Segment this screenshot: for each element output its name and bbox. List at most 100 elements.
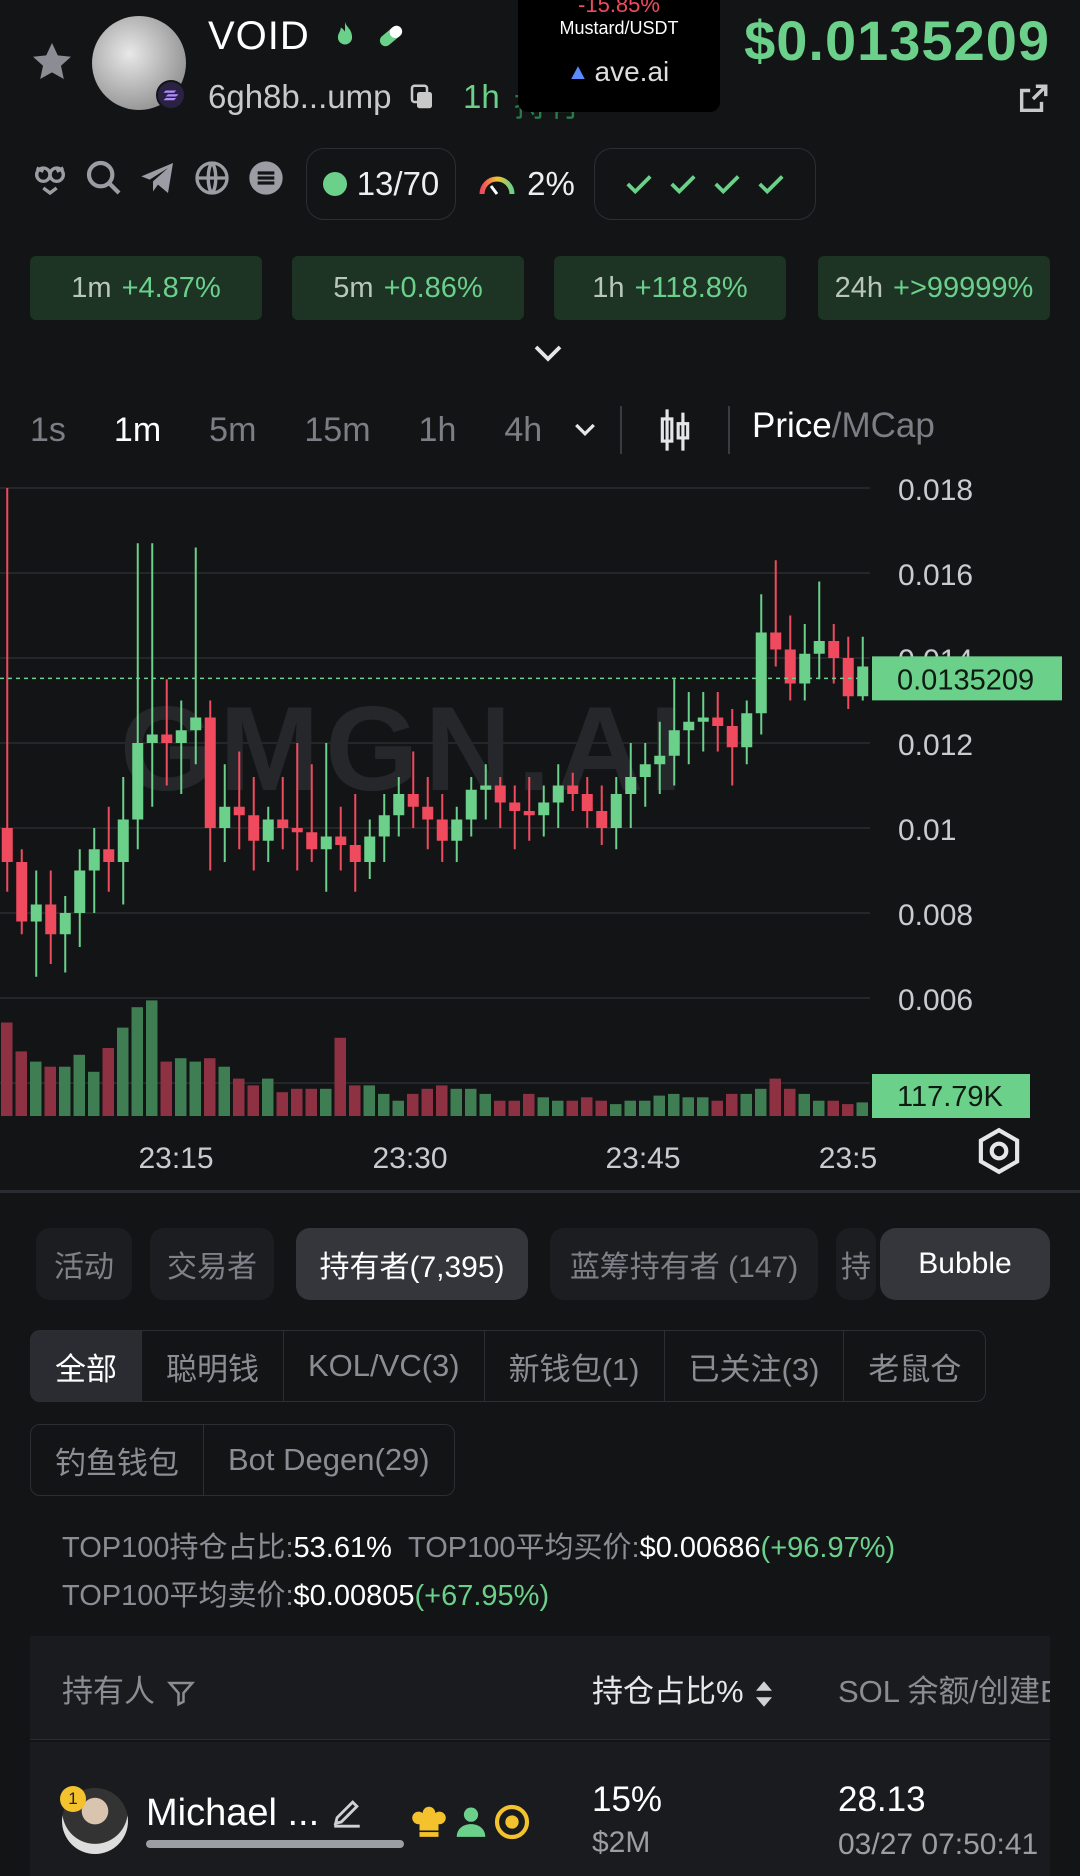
volume-bar: [784, 1088, 796, 1116]
candle-body: [538, 802, 550, 816]
candle-body: [378, 815, 390, 837]
tf-5m[interactable]: 5m: [209, 411, 256, 450]
tf-4h[interactable]: 4h: [504, 411, 542, 450]
filter-all[interactable]: 全部: [30, 1330, 142, 1402]
pair-overlay[interactable]: -15.85% Mustard/USDT ave.ai: [518, 0, 720, 112]
external-link-icon[interactable]: [1016, 82, 1050, 116]
volume-bar: [479, 1093, 491, 1116]
holder-name[interactable]: Michael ...: [146, 1792, 364, 1835]
tf-1h[interactable]: 1h: [419, 411, 457, 450]
volume-bar: [639, 1100, 651, 1116]
filter-insider[interactable]: 老鼠仓: [844, 1330, 987, 1402]
tf-15m[interactable]: 15m: [304, 411, 370, 450]
change-1h: 1h +118.8%: [554, 256, 786, 320]
candle-body: [277, 819, 289, 828]
price-mcap-toggle[interactable]: Price/MCap: [752, 406, 935, 446]
volume-bar: [334, 1037, 346, 1116]
user-icon: [456, 1807, 486, 1837]
volume-bar: [247, 1085, 259, 1116]
tab-traders[interactable]: 交易者: [150, 1228, 274, 1300]
tab-more[interactable]: 持: [836, 1228, 876, 1300]
candlestick-type-icon[interactable]: [656, 406, 694, 454]
candle-body: [291, 828, 303, 833]
candle-body: [204, 717, 216, 828]
address-bar: [146, 1840, 404, 1848]
chevron-down-icon[interactable]: [530, 338, 566, 368]
volume-bar: [450, 1088, 462, 1116]
volume-bar: [73, 1054, 85, 1116]
edit-pencil-icon[interactable]: [330, 1795, 364, 1829]
col-share-pct[interactable]: 持仓占比%: [592, 1666, 776, 1711]
check-icon: [626, 175, 652, 195]
col-sol-balance[interactable]: SOL 余额/创建E: [838, 1666, 1050, 1711]
check-icon: [714, 175, 740, 195]
token-price: $0.0135209: [744, 9, 1050, 72]
filter-kol-vc[interactable]: KOL/VC(3): [284, 1330, 485, 1402]
divider: [728, 406, 731, 454]
x-tick-label: 23:15: [138, 1142, 213, 1170]
timeframe-dropdown-icon[interactable]: [570, 415, 600, 445]
candle-body: [1, 828, 13, 862]
menu-circle-icon[interactable]: [246, 158, 286, 198]
copy-icon[interactable]: [407, 82, 437, 112]
candle-body: [161, 734, 173, 743]
holders-ratio-badge[interactable]: 13/70: [306, 148, 456, 220]
website-globe-icon[interactable]: [192, 158, 232, 198]
section-divider: [0, 1190, 1080, 1193]
search-icon[interactable]: [84, 158, 124, 198]
volume-bar: [262, 1078, 274, 1116]
filter-phishing[interactable]: 钓鱼钱包: [30, 1424, 204, 1496]
candle-body: [175, 730, 187, 743]
col-holder[interactable]: 持有人: [62, 1666, 198, 1711]
owl-icon[interactable]: [30, 158, 70, 198]
volume-bar: [653, 1095, 665, 1116]
filter-new-wallet[interactable]: 新钱包(1): [484, 1330, 665, 1402]
y-tick-label: 0.012: [898, 729, 973, 762]
volume-bar: [769, 1078, 781, 1116]
volume-bar: [827, 1100, 839, 1116]
volume-bar: [798, 1093, 810, 1116]
check-icon: [758, 175, 784, 195]
candle-body: [480, 785, 492, 790]
solana-chain-icon: [156, 80, 186, 110]
candle-body: [248, 815, 260, 841]
candle-body: [16, 862, 28, 922]
telegram-icon[interactable]: [138, 158, 178, 198]
volume-bar: [682, 1097, 694, 1116]
tab-activity[interactable]: 活动: [36, 1228, 132, 1300]
volume-bar: [1, 1022, 13, 1116]
tab-holders[interactable]: 持有者(7,395): [296, 1228, 528, 1300]
risk-gauge[interactable]: 2%: [466, 148, 586, 220]
price-chart[interactable]: 0.0180.0160.0140.0120.010.0080.0060.004G…: [0, 470, 1080, 1170]
sort-icon[interactable]: [752, 1678, 776, 1710]
y-tick-label: 0.008: [898, 899, 973, 932]
tf-1s[interactable]: 1s: [30, 411, 66, 450]
filter-funnel-icon[interactable]: [164, 1678, 198, 1708]
favorite-star-icon[interactable]: [28, 38, 76, 86]
filter-bot-degen[interactable]: Bot Degen(29): [204, 1424, 455, 1496]
volume-bar: [363, 1085, 375, 1116]
tf-1m[interactable]: 1m: [114, 411, 161, 450]
bubble-button[interactable]: Bubble: [880, 1228, 1050, 1300]
volume-bar: [465, 1088, 477, 1116]
volume-bar: [131, 1007, 143, 1116]
filter-followed[interactable]: 已关注(3): [664, 1330, 845, 1402]
candle-body: [828, 641, 840, 658]
candle-body: [364, 836, 376, 862]
token-address[interactable]: 6gh8b...ump: [208, 78, 437, 116]
audit-checks[interactable]: [594, 148, 816, 220]
social-links: [30, 158, 286, 198]
volume-bar: [813, 1100, 825, 1116]
candle-body: [770, 632, 782, 650]
filter-smart-money[interactable]: 聪明钱: [142, 1330, 284, 1402]
candle-body: [436, 819, 448, 841]
table-row[interactable]: 1 Michael ... 15% $2M 28.13 03/27 07:50:…: [30, 1742, 1050, 1876]
tab-bluechip-holders[interactable]: 蓝筹持有者 (147): [550, 1228, 818, 1300]
change-1m: 1m +4.87%: [30, 256, 262, 320]
candle-body: [146, 734, 158, 743]
volume-label: 117.79K: [897, 1081, 1004, 1113]
holders-ratio: 13/70: [356, 165, 440, 202]
candle-body: [349, 845, 361, 862]
chart-settings-icon[interactable]: [974, 1126, 1024, 1176]
volume-bar: [349, 1085, 361, 1116]
